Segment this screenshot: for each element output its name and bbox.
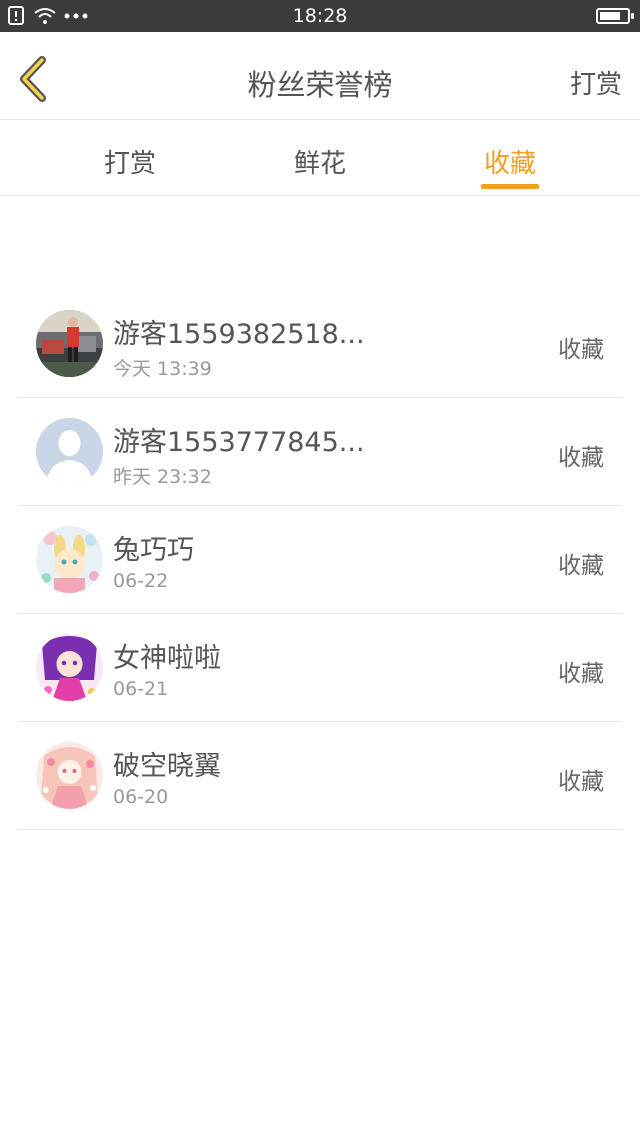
default-user-icon bbox=[36, 418, 103, 485]
fan-time: 06-20 bbox=[113, 786, 169, 808]
tab-label: 鲜花 bbox=[293, 149, 346, 179]
tab-label: 收藏 bbox=[483, 149, 536, 179]
fan-action: 收藏 bbox=[558, 445, 604, 471]
fan-name: 游客1553777845... bbox=[113, 427, 365, 458]
fan-time: 昨天 23:32 bbox=[113, 466, 212, 488]
avatar bbox=[36, 742, 103, 809]
tab-bar: 打赏 鲜花 收藏 bbox=[0, 121, 640, 196]
fan-name: 兔巧巧 bbox=[113, 535, 194, 566]
list-item[interactable]: 女神啦啦 06-21 收藏 bbox=[18, 614, 622, 722]
avatar bbox=[36, 526, 103, 593]
fan-action: 收藏 bbox=[558, 769, 604, 795]
fan-time: 06-21 bbox=[113, 678, 169, 700]
fan-action: 收藏 bbox=[558, 661, 604, 687]
fan-time: 06-22 bbox=[113, 570, 169, 592]
tab-favorites[interactable]: 收藏 bbox=[430, 121, 590, 196]
fan-action: 收藏 bbox=[558, 553, 604, 579]
list-item[interactable]: 兔巧巧 06-22 收藏 bbox=[18, 506, 622, 614]
list-item[interactable]: 游客1553777845... 昨天 23:32 收藏 bbox=[18, 398, 622, 506]
battery-icon bbox=[596, 8, 634, 24]
battery-level bbox=[600, 12, 620, 20]
fan-time: 今天 13:39 bbox=[113, 358, 212, 380]
tab-flowers[interactable]: 鲜花 bbox=[240, 121, 400, 196]
tab-label: 打赏 bbox=[103, 149, 156, 179]
reward-button[interactable]: 打赏 bbox=[570, 64, 622, 101]
tab-reward[interactable]: 打赏 bbox=[50, 121, 210, 196]
avatar bbox=[36, 634, 103, 701]
fan-action: 收藏 bbox=[558, 337, 604, 363]
page-title: 粉丝荣誉榜 bbox=[247, 68, 393, 102]
list-item[interactable]: 破空晓翼 06-20 收藏 bbox=[18, 722, 622, 830]
avatar bbox=[36, 310, 103, 377]
header: 粉丝荣誉榜 打赏 bbox=[0, 32, 640, 120]
fan-name: 游客1559382518... bbox=[113, 319, 365, 350]
fan-name: 女神啦啦 bbox=[113, 643, 221, 674]
active-tab-indicator bbox=[481, 184, 539, 189]
list-item[interactable]: 游客1559382518... 今天 13:39 收藏 bbox=[18, 290, 622, 398]
fan-name: 破空晓翼 bbox=[113, 751, 221, 782]
fan-list: 游客1559382518... 今天 13:39 收藏 游客1553777845… bbox=[18, 290, 622, 830]
status-time: 18:28 bbox=[292, 5, 348, 27]
status-bar: 18:28 bbox=[0, 0, 640, 32]
